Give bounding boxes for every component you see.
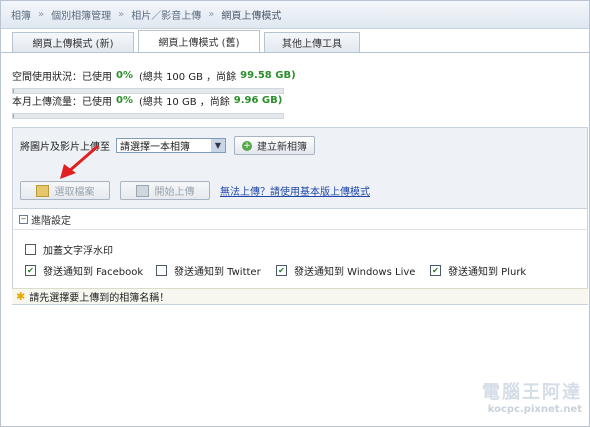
tab-web-upload-old[interactable]: 網頁上傳模式 (舊) bbox=[138, 30, 260, 52]
space-quota-remaining: 99.58 GB) bbox=[240, 70, 296, 81]
tab-bar: 網頁上傳模式 (新) 網頁上傳模式 (舊) 其他上傳工具 bbox=[12, 30, 360, 52]
checkbox[interactable]: ✔ bbox=[430, 265, 441, 276]
space-quota-total: (總共 100 GB ，尚餘 bbox=[138, 72, 237, 83]
warning-bar: ✱ 請先選擇要上傳到的相簿名稱！ bbox=[12, 288, 588, 304]
monthly-quota-percent: 0% bbox=[116, 95, 133, 106]
start-upload-button-label: 開始上傳 bbox=[154, 187, 195, 198]
option-label: 發送通知到 Twitter bbox=[174, 267, 261, 278]
new-album-button[interactable]: + 建立新相簿 bbox=[234, 136, 315, 155]
monthly-quota-remaining: 9.96 GB) bbox=[233, 95, 283, 106]
warning-star-icon: ✱ bbox=[16, 290, 26, 303]
breadcrumb-item-upload[interactable]: 相片／影音上傳 bbox=[131, 7, 201, 22]
select-file-button[interactable]: 選取檔案 bbox=[20, 181, 110, 200]
tab-web-upload-new[interactable]: 網頁上傳模式 (新) bbox=[12, 32, 134, 52]
warning-text: 請先選擇要上傳到的相簿名稱！ bbox=[29, 293, 170, 304]
breadcrumb-item-album-manage[interactable]: 個別相簿管理 bbox=[51, 7, 111, 22]
advanced-settings-title: 進階設定 bbox=[31, 215, 71, 227]
breadcrumb-item-albums[interactable]: 相簿 bbox=[11, 7, 31, 22]
advanced-settings-header[interactable]: − 進階設定 bbox=[13, 209, 587, 230]
folder-icon bbox=[35, 184, 49, 197]
tab-divider bbox=[1, 52, 589, 53]
monthly-quota: 本月上傳流量：已使用 0% (總共 10 GB ，尚餘 9.96 GB) bbox=[12, 93, 284, 119]
space-quota-label: 空間使用狀況：已使用 bbox=[12, 72, 112, 83]
checkbox[interactable]: ✔ bbox=[25, 265, 36, 276]
monthly-progress-bar bbox=[12, 113, 284, 119]
option-plurk[interactable]: ✔ 發送通知到 Plurk bbox=[430, 263, 526, 278]
option-facebook[interactable]: ✔ 發送通知到 Facebook bbox=[25, 263, 143, 278]
breadcrumb-item-current: 網頁上傳模式 bbox=[221, 11, 282, 22]
album-select[interactable]: 請選擇一本相簿 ▼ bbox=[116, 138, 226, 153]
option-label: 發送通知到 Windows Live bbox=[294, 267, 416, 278]
monthly-quota-total: (總共 10 GB ，尚餘 bbox=[138, 97, 230, 108]
checkbox[interactable] bbox=[25, 244, 36, 255]
breadcrumb: 相簿 » 個別相簿管理 » 相片／影音上傳 » 網頁上傳模式 bbox=[1, 1, 589, 29]
checkbox[interactable]: ✔ bbox=[276, 265, 287, 276]
basic-upload-link[interactable]: 無法上傳？請使用基本版上傳模式 bbox=[220, 183, 370, 198]
monthly-quota-label: 本月上傳流量：已使用 bbox=[12, 97, 112, 108]
option-twitter[interactable]: 發送通知到 Twitter bbox=[156, 263, 261, 278]
breadcrumb-separator: » bbox=[118, 9, 125, 20]
album-select-value: 請選擇一本相簿 bbox=[120, 142, 190, 153]
start-upload-button[interactable]: 開始上傳 bbox=[120, 181, 210, 200]
red-arrow-icon bbox=[60, 144, 99, 179]
plus-circle-icon: + bbox=[242, 140, 252, 151]
chevron-down-icon[interactable]: ▼ bbox=[211, 139, 225, 152]
space-quota: 空間使用狀況：已使用 0% (總共 100 GB ，尚餘 99.58 GB) bbox=[12, 68, 296, 94]
watermark-title: 電腦王阿達 bbox=[482, 382, 582, 403]
breadcrumb-separator: » bbox=[38, 9, 45, 20]
collapse-icon[interactable]: − bbox=[19, 214, 28, 224]
upload-actions-row: 選取檔案 開始上傳 無法上傳？請使用基本版上傳模式 bbox=[20, 181, 370, 200]
watermark-url: kocpc.pixnet.net bbox=[487, 404, 582, 415]
option-windows-live[interactable]: ✔ 發送通知到 Windows Live bbox=[276, 263, 415, 278]
tab-other-tools[interactable]: 其他上傳工具 bbox=[264, 32, 360, 52]
breadcrumb-separator: » bbox=[208, 9, 215, 20]
option-label: 發送通知到 Facebook bbox=[43, 267, 144, 278]
select-file-button-label: 選取檔案 bbox=[54, 187, 95, 198]
new-album-button-label: 建立新相簿 bbox=[257, 142, 307, 153]
watermark: 電腦王阿達 kocpc.pixnet.net bbox=[482, 378, 582, 415]
checkbox[interactable] bbox=[156, 265, 167, 276]
upload-icon bbox=[135, 184, 149, 197]
option-label: 發送通知到 Plurk bbox=[448, 267, 527, 278]
option-watermark[interactable]: 加蓋文字浮水印 bbox=[25, 242, 113, 257]
monthly-progress-fill bbox=[13, 114, 15, 118]
option-label: 加蓋文字浮水印 bbox=[43, 246, 113, 257]
space-quota-percent: 0% bbox=[116, 70, 133, 81]
